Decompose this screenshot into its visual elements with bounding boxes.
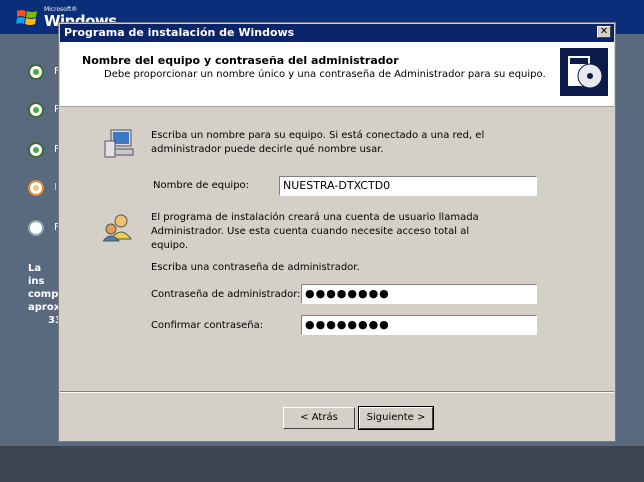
- computer-icon: [104, 129, 134, 158]
- remaining-line-3: aprox: [28, 302, 58, 313]
- confirm-password-label: Confirmar contraseña:: [151, 320, 264, 331]
- computer-name-description: Escriba un nombre para su equipo. Si est…: [151, 130, 485, 155]
- confirm-password-input[interactable]: ●●●●●●●●: [301, 315, 537, 335]
- step-4-label: I: [54, 182, 57, 193]
- bottom-banner: [0, 446, 644, 482]
- button-separator: [60, 391, 614, 393]
- remaining-line-4: 33: [48, 315, 58, 326]
- dialog-header: Nombre del equipo y contraseña del admin…: [60, 42, 614, 107]
- windows-flag-icon: [16, 10, 37, 25]
- next-button[interactable]: Siguiente >: [358, 406, 434, 430]
- header-subtitle: Debe proporcionar un nombre único y una …: [104, 69, 546, 80]
- close-icon: ✕: [599, 26, 609, 37]
- remaining-line-1: La ins: [28, 263, 45, 287]
- back-button[interactable]: < Atrás: [283, 407, 355, 429]
- setup-dialog: Programa de instalación de Windows ✕ Nom…: [58, 22, 616, 442]
- dialog-titlebar[interactable]: Programa de instalación de Windows ✕: [60, 24, 614, 42]
- dialog-title: Programa de instalación de Windows: [64, 26, 295, 39]
- header-title: Nombre del equipo y contraseña del admin…: [82, 54, 399, 67]
- admin-password-input[interactable]: ●●●●●●●●: [301, 284, 537, 304]
- step-5-todo-icon: [28, 220, 44, 236]
- step-1-done-icon: [28, 64, 44, 80]
- setup-disc-icon: [560, 48, 608, 96]
- admin-password-prompt: Escriba una contraseña de administrador.: [151, 262, 360, 273]
- remaining-line-2: comp: [28, 289, 58, 300]
- computer-name-input[interactable]: NUESTRA-DTXCTD0: [279, 176, 537, 196]
- step-4-current-icon: [28, 180, 44, 196]
- admin-password-label: Contraseña de administrador:: [151, 289, 301, 300]
- admin-account-description: El programa de instalación creará una cu…: [151, 212, 479, 251]
- step-3-done-icon: [28, 142, 44, 158]
- time-remaining: La ins comp aprox 33: [28, 262, 58, 327]
- computer-name-label: Nombre de equipo:: [153, 180, 250, 191]
- administrator-users-icon: [103, 214, 132, 242]
- close-button[interactable]: ✕: [597, 26, 611, 38]
- step-2-done-icon: [28, 102, 44, 118]
